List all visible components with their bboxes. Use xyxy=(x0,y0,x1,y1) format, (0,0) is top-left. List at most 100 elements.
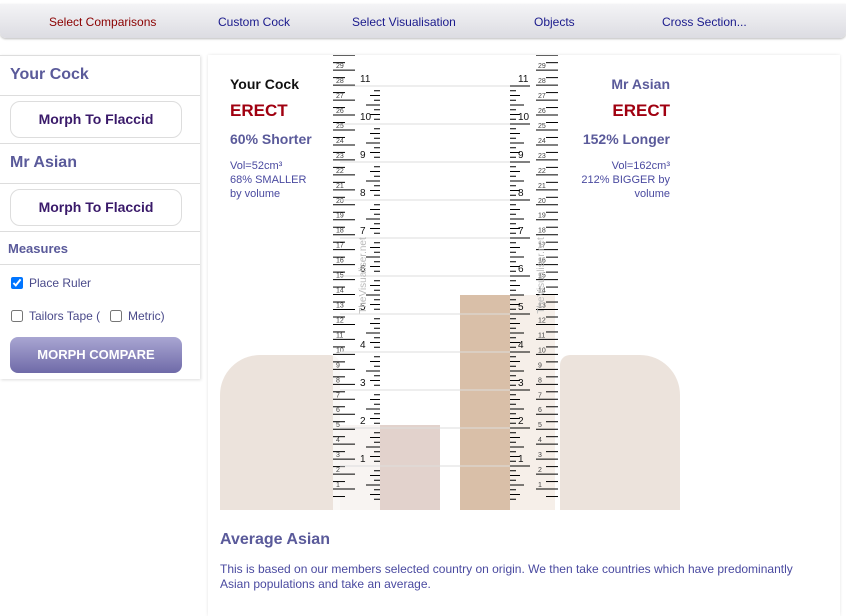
inch-label: 5 xyxy=(518,302,524,313)
cm-label: 1 xyxy=(336,482,340,489)
cm-label: 6 xyxy=(538,407,542,414)
cm-label: 12 xyxy=(538,317,546,324)
inch-label: 8 xyxy=(518,188,524,199)
metric-option[interactable]: Metric) xyxy=(110,309,165,323)
nav-cross-section[interactable]: Cross Section... xyxy=(662,15,747,29)
cm-label: 4 xyxy=(538,437,542,444)
inch-label: 8 xyxy=(360,188,366,199)
inch-label: 4 xyxy=(360,340,366,351)
tailors-tape-label: Tailors Tape ( xyxy=(29,309,101,323)
inch-label: 10 xyxy=(518,112,530,123)
left-state: ERECT xyxy=(230,101,288,120)
cm-label: 27 xyxy=(538,93,546,100)
top-nav: Select Comparisons Custom Cock Select Vi… xyxy=(0,4,846,38)
tailors-tape-option[interactable]: Tailors Tape ( xyxy=(11,309,100,323)
cm-label: 11 xyxy=(336,332,343,339)
cm-label: 29 xyxy=(538,63,546,70)
footer-text: This is based on our members selected co… xyxy=(220,562,793,591)
cm-label: 16 xyxy=(336,258,344,265)
watermark-right: TheVisualiser.net xyxy=(535,237,547,314)
nav-objects[interactable]: Objects xyxy=(534,15,575,29)
cm-label: 7 xyxy=(538,392,542,399)
cm-label: 5 xyxy=(538,422,542,429)
inch-label: 11 xyxy=(518,74,529,85)
cm-label: 7 xyxy=(336,392,340,399)
inch-label: 2 xyxy=(360,416,366,427)
nav-custom[interactable]: Custom Cock xyxy=(218,15,290,29)
cm-label: 28 xyxy=(538,78,546,85)
place-ruler-checkbox[interactable] xyxy=(11,277,23,289)
cm-label: 8 xyxy=(538,377,542,384)
inch-label: 7 xyxy=(360,226,366,237)
other-title: Mr Asian xyxy=(10,154,77,171)
metric-label: Metric) xyxy=(128,309,165,323)
cm-label: 26 xyxy=(336,108,344,115)
cm-label: 10 xyxy=(538,347,546,354)
inch-label: 6 xyxy=(518,264,524,275)
inch-label: 3 xyxy=(360,378,366,389)
metric-checkbox[interactable] xyxy=(110,310,122,322)
inch-label: 7 xyxy=(518,226,524,237)
cm-label: 28 xyxy=(336,78,344,85)
cm-label: 24 xyxy=(538,138,546,145)
cm-label: 19 xyxy=(336,213,344,220)
cm-label: 27 xyxy=(336,93,344,100)
cm-label: 20 xyxy=(538,198,546,205)
cm-label: 29 xyxy=(336,63,344,70)
morph-flaccid-button-2[interactable]: Morph To Flaccid xyxy=(10,189,182,226)
cm-label: 4 xyxy=(336,437,340,444)
cm-label: 26 xyxy=(538,108,546,115)
right-diff: 152% Longer xyxy=(582,131,670,147)
cm-label: 23 xyxy=(538,153,546,160)
cm-label: 12 xyxy=(336,317,344,324)
watermark-left: TheVisualiser.net xyxy=(357,237,369,314)
cm-label: 25 xyxy=(538,123,546,130)
cm-label: 3 xyxy=(538,452,542,459)
right-title: Mr Asian xyxy=(611,76,670,92)
right-volume: Vol=162cm³ 212% BIGGER by volume xyxy=(581,160,670,200)
cm-label: 3 xyxy=(336,452,340,459)
ruler-body xyxy=(510,55,558,510)
inch-label: 9 xyxy=(360,150,366,161)
inch-label: 4 xyxy=(518,340,524,351)
cm-label: 18 xyxy=(336,228,344,235)
cm-label: 22 xyxy=(538,168,546,175)
tailors-tape-checkbox[interactable] xyxy=(11,310,23,322)
cm-label: 1 xyxy=(538,482,542,489)
cm-label: 23 xyxy=(336,153,344,160)
inch-label: 1 xyxy=(518,454,524,465)
cm-label: 2 xyxy=(538,467,542,474)
inch-label: 10 xyxy=(360,112,372,123)
cm-label: 2 xyxy=(336,467,340,474)
cm-label: 19 xyxy=(538,213,546,220)
morph-flaccid-button-1[interactable]: Morph To Flaccid xyxy=(10,101,182,138)
inch-label: 11 xyxy=(360,74,371,85)
nav-select-visualisation[interactable]: Select Visualisation xyxy=(352,15,456,29)
cm-label: 10 xyxy=(336,347,344,354)
cm-label: 14 xyxy=(336,288,344,295)
rulers: 1234567891011121314151617181920212223242… xyxy=(333,55,558,510)
cm-label: 13 xyxy=(336,303,344,310)
left-diff: 60% Shorter xyxy=(230,131,312,147)
cm-label: 18 xyxy=(538,228,546,235)
visualisation: 1 2 3 4 5 6 7 8 9 10 11 12 13 14 15 16 17 18 19 20 21 22 23 24 2… xyxy=(220,55,680,510)
inch-label: 9 xyxy=(518,150,524,161)
cm-label: 21 xyxy=(336,183,344,190)
place-ruler-option[interactable]: Place Ruler xyxy=(11,276,91,290)
inch-label: 1 xyxy=(360,454,366,465)
footer-title: Average Asian xyxy=(220,531,330,548)
cm-label: 6 xyxy=(336,407,340,414)
inch-label: 3 xyxy=(518,378,524,389)
your-title: Your Cock xyxy=(10,66,89,83)
place-ruler-label: Place Ruler xyxy=(29,276,92,290)
right-state: ERECT xyxy=(612,101,670,120)
nav-select-comparisons[interactable]: Select Comparisons xyxy=(49,15,156,29)
cm-label: 8 xyxy=(336,377,340,384)
left-volume: Vol=52cm³ 68% SMALLER by volume xyxy=(230,160,307,200)
morph-compare-button[interactable]: MORPH COMPARE xyxy=(10,337,182,373)
left-title: Your Cock xyxy=(230,76,299,92)
cm-label: 9 xyxy=(336,362,340,369)
measures-heading: Measures xyxy=(8,241,68,256)
cm-label: 17 xyxy=(336,243,344,250)
cm-label: 11 xyxy=(538,332,545,339)
